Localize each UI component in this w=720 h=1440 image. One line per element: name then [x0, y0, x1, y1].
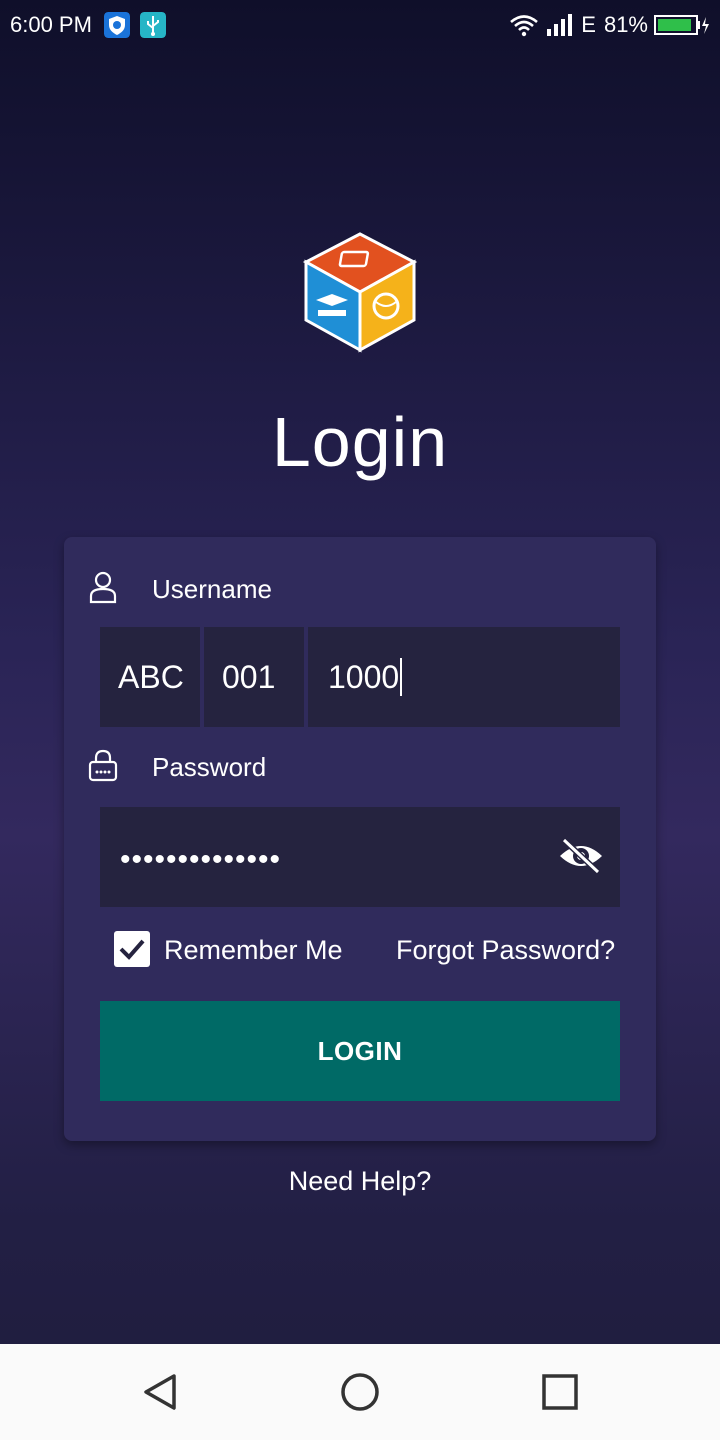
shield-app-icon: [104, 12, 130, 38]
network-type: E: [581, 12, 596, 37]
usb-icon: [140, 12, 166, 38]
username-prefix-value: ABC: [118, 658, 184, 695]
username-id-field[interactable]: 1000: [308, 627, 620, 727]
battery-percent: 81%: [603, 12, 648, 37]
remember-me-label[interactable]: Remember Me: [164, 935, 343, 966]
page-title: Login: [271, 403, 449, 481]
battery-charging-icon: [654, 15, 709, 35]
recents-button[interactable]: [538, 1370, 582, 1414]
signal-icon: [547, 14, 573, 36]
username-code-field[interactable]: 001: [204, 627, 304, 727]
need-help-link[interactable]: Need Help?: [0, 1166, 720, 1197]
username-id-value: 1000: [328, 658, 400, 695]
password-value: ••••••••••••••: [120, 843, 282, 876]
navigation-bar: [0, 1344, 720, 1440]
user-icon: [89, 571, 117, 604]
app-cube-logo: [302, 232, 418, 353]
status-bar: 6:00 PM E 81%: [0, 0, 720, 52]
back-button[interactable]: [138, 1370, 182, 1414]
username-prefix-field[interactable]: ABC: [100, 627, 200, 727]
username-label-text: Username: [152, 574, 272, 604]
remember-me-checkbox[interactable]: [114, 931, 150, 967]
checkmark-icon: [119, 939, 145, 960]
eye-off-icon[interactable]: [558, 836, 604, 876]
home-button[interactable]: [338, 1370, 382, 1414]
text-cursor: [400, 658, 403, 696]
username-code-value: 001: [222, 658, 276, 695]
wifi-icon: [510, 15, 539, 37]
status-time: 6:00 PM: [10, 12, 92, 37]
forgot-password-link[interactable]: Forgot Password?: [396, 935, 615, 966]
status-indicators: E 81%: [509, 10, 710, 40]
login-button[interactable]: LOGIN: [100, 1001, 620, 1101]
password-label-text: Password: [152, 752, 267, 782]
lock-icon: [88, 749, 118, 782]
